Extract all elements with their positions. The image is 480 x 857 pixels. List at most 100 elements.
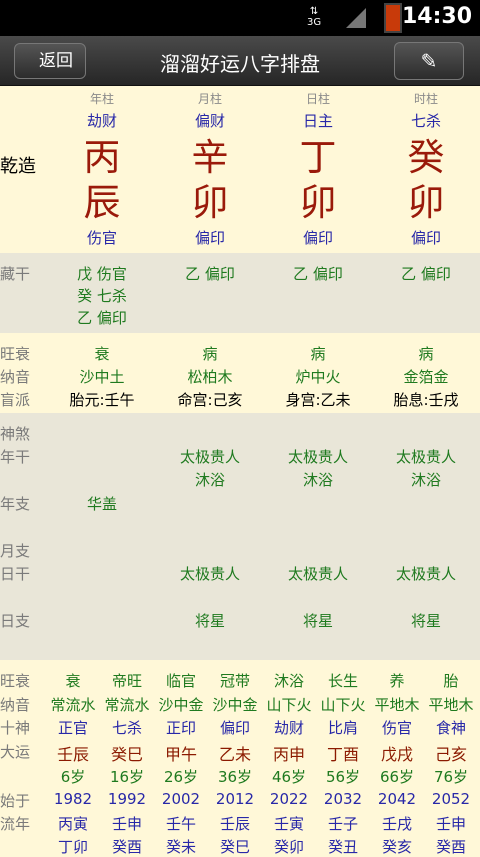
hidden-stems-section: 藏干 戊 伤官 癸 七杀 乙 偏印 乙 偏印 乙 偏印 乙 偏印: [0, 253, 480, 333]
wangshuai-value: 病: [202, 345, 218, 363]
dayun-label: 大运: [0, 743, 31, 761]
shensha-item: 沐浴: [410, 471, 441, 489]
magic-wand-button[interactable]: ✎: [394, 42, 464, 80]
liunian-first: 壬午: [165, 815, 196, 833]
dayun-wangshuai-value: 冠带: [219, 672, 250, 690]
liunian-first: 壬申: [111, 815, 142, 833]
dayun-age: 56岁: [325, 768, 361, 786]
hidden-stems-day: 乙 偏印: [293, 265, 343, 283]
dayun-shishen-value: 比肩: [327, 719, 358, 737]
title-bar: 返回 溜溜好运八字排盘 ✎: [0, 36, 480, 86]
battery-icon: [384, 3, 402, 33]
branch-year: 辰: [83, 181, 121, 224]
shensha-item: 太极贵人: [179, 448, 240, 466]
rizhi-hour: 将星: [410, 612, 441, 630]
rigan-day: 太极贵人: [287, 565, 348, 583]
branch-god-day: 偏印: [302, 229, 333, 247]
shensha-item: 太极贵人: [395, 448, 456, 466]
dayun-start-year: 2042: [377, 790, 417, 808]
branch-god-year: 伤官: [86, 229, 117, 247]
mangpai-label: 盲派: [0, 391, 31, 409]
dayun-nayin-value: 山下火: [320, 696, 366, 714]
dayun-pillar: 甲午: [164, 745, 197, 764]
status-bar: ⇅ 3G 14:30: [0, 0, 480, 36]
branch-god-hour: 偏印: [410, 229, 441, 247]
wangshuai-value: 衰: [94, 345, 110, 363]
pillars-section: 年柱 月柱 日柱 时柱 劫财 偏财 日主 七杀 乾造 丙 辛 丁 癸 辰 卯 卯…: [0, 86, 480, 253]
signal-icon: [346, 8, 366, 28]
dayun-wangshuai-value: 帝旺: [111, 672, 142, 690]
dayun-nayin-value: 常流水: [104, 696, 150, 714]
dayun-wangshuai-value: 衰: [65, 672, 81, 690]
stem-year: 丙: [83, 136, 121, 179]
hidden-stem: 癸 七杀: [77, 287, 127, 305]
stem-day: 丁: [299, 136, 337, 179]
stem-god-year: 劫财: [86, 112, 117, 130]
dayun-age: 26岁: [163, 768, 199, 786]
hidden-stems-label: 藏干: [0, 265, 31, 283]
dayun-shishen-value: 正印: [165, 719, 196, 737]
rizhi-day: 将星: [302, 612, 333, 630]
nianzhi-year: 华盖: [86, 495, 117, 513]
branch-hour: 卯: [407, 181, 445, 224]
dayun-start-year: 2032: [323, 790, 363, 808]
liunian-first: 壬戌: [381, 815, 412, 833]
hidden-stems-year: 戊 伤官 癸 七杀 乙 偏印: [52, 263, 152, 329]
hidden-stems-hour: 乙 偏印: [401, 265, 451, 283]
gender-label: 乾造: [0, 156, 36, 177]
liunian-label: 流年: [0, 815, 31, 833]
nayin-value: 松柏木: [187, 368, 233, 386]
branch-month: 卯: [191, 181, 229, 224]
dayun-start-year: 2022: [269, 790, 309, 808]
dayun-start-label: 始于: [0, 792, 31, 810]
dayun-shishen-value: 七杀: [111, 719, 142, 737]
shensha-item: 沐浴: [194, 471, 225, 489]
liunian-first: 壬申: [435, 815, 466, 833]
dayun-shishen-value: 伤官: [381, 719, 412, 737]
dayun-wangshuai-value: 长生: [327, 672, 358, 690]
nayin-value: 沙中土: [79, 368, 125, 386]
dayun-shishen-value: 偏印: [219, 719, 250, 737]
pillar-header-hour: 时柱: [413, 92, 438, 106]
shensha-label: 神煞: [0, 425, 31, 443]
hidden-stems-month: 乙 偏印: [185, 265, 235, 283]
liunian-first: 壬辰: [219, 815, 250, 833]
dayun-nayin-value: 平地木: [374, 696, 420, 714]
shensha-section: 神煞 年干 太极贵人 沐浴 太极贵人 沐浴 太极贵人 沐浴 年支 华盖 月支 日…: [0, 413, 480, 660]
branch-day: 卯: [299, 181, 337, 224]
niangan-month: 太极贵人 沐浴: [160, 446, 260, 492]
dayun-wangshuai-value: 沐浴: [273, 672, 304, 690]
dayun-age: 6岁: [60, 768, 86, 786]
mangpai-value: 胎息:壬戌: [393, 391, 459, 409]
dayun-start-year: 2002: [161, 790, 201, 808]
nianzhi-label: 年支: [0, 495, 31, 513]
dayun-age: 76岁: [433, 768, 469, 786]
dayun-shishen-value: 劫财: [273, 719, 304, 737]
dayun-age: 66岁: [379, 768, 415, 786]
liunian-first: 丙寅: [57, 815, 88, 833]
network-indicator: ⇅ 3G: [307, 6, 322, 28]
stem-month: 辛: [191, 136, 229, 179]
dayun-nayin-label: 纳音: [0, 696, 31, 714]
rizhi-month: 将星: [194, 612, 225, 630]
stem-god-hour: 七杀: [410, 112, 441, 130]
pillar-header-day: 日柱: [305, 92, 330, 106]
dayun-section: 旺衰 纳音 十神 大运 始于 流年 衰帝旺 临官 冠带 沐浴 长生养胎常流水 常流水 沙中金…: [0, 660, 480, 856]
dayun-shishen-value: 食神: [435, 719, 466, 737]
clock: 14:30: [401, 4, 472, 29]
dayun-nayin-value: 沙中金: [212, 696, 258, 714]
dayun-shishen-label: 十神: [0, 719, 31, 737]
pillar-header-month: 月柱: [197, 92, 222, 106]
mangpai-value: 胎元:壬午: [69, 391, 135, 409]
dayun-pillar: 己亥: [434, 745, 467, 764]
dayun-age: 16岁: [109, 768, 145, 786]
nayin-value: 炉中火: [295, 368, 341, 386]
dayun-wangshuai-label: 旺衰: [0, 672, 31, 690]
stem-hour: 癸: [407, 136, 445, 179]
hidden-stem: 戊 伤官: [77, 265, 127, 283]
dayun-pillar: 乙未: [218, 745, 251, 764]
wangshuai-label: 旺衰: [0, 345, 31, 363]
wangshuai-value: 病: [310, 345, 326, 363]
niangan-day: 太极贵人 沐浴: [268, 446, 368, 492]
dayun-pillar: 戊戌: [380, 745, 413, 764]
